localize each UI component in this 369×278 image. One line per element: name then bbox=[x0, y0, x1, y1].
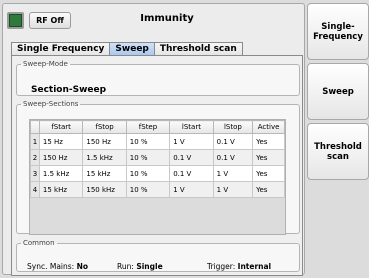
tab-sweep[interactable]: Sweep bbox=[109, 42, 155, 56]
sweep-mode-legend: Sweep-Mode bbox=[23, 60, 68, 68]
table-cell[interactable]: 150 kHz bbox=[82, 181, 127, 198]
table-cell[interactable]: Yes bbox=[252, 133, 285, 150]
sync-mains-label: Sync. Mains: bbox=[27, 262, 75, 271]
table-cell[interactable]: 1 V bbox=[212, 181, 254, 198]
sync-mains-setting[interactable]: Sync. Mains: No bbox=[27, 262, 88, 271]
column-header[interactable]: lStart bbox=[169, 120, 214, 134]
table-cell[interactable]: 150 Hz bbox=[38, 149, 84, 166]
page-title: Immunity bbox=[140, 13, 194, 24]
table-cell[interactable]: 15 Hz bbox=[38, 133, 84, 150]
main-window: RF Off Immunity Single Frequency Sweep T… bbox=[2, 3, 305, 276]
trigger-label: Trigger: bbox=[207, 262, 236, 271]
row-number: 2 bbox=[30, 149, 40, 166]
table-header-row: fStart fStop fStep lStart lStop Active bbox=[30, 120, 285, 134]
table-cell[interactable]: 1 V bbox=[212, 165, 254, 182]
sweep-sections-group: Sweep-Sections fStart fStop fStep lStart… bbox=[16, 100, 300, 235]
table-cell[interactable]: 10 % bbox=[125, 181, 171, 198]
table-cell[interactable]: 0.1 V bbox=[169, 149, 214, 166]
trigger-setting[interactable]: Trigger: Internal bbox=[207, 262, 271, 271]
table-cell[interactable]: 1 V bbox=[169, 181, 214, 198]
table-cell[interactable]: 1.5 kHz bbox=[38, 165, 84, 182]
table-cell[interactable]: 10 % bbox=[125, 149, 171, 166]
rf-off-button[interactable]: RF Off bbox=[29, 12, 71, 29]
run-setting[interactable]: Run: Single bbox=[117, 262, 163, 271]
row-number: 4 bbox=[30, 181, 40, 198]
run-value: Single bbox=[136, 262, 163, 271]
table-cell[interactable]: 1.5 kHz bbox=[82, 149, 127, 166]
column-header[interactable]: fStep bbox=[125, 120, 171, 134]
column-header[interactable]: fStop bbox=[82, 120, 127, 134]
table-cell[interactable]: 150 Hz bbox=[82, 133, 127, 150]
tab-single-frequency[interactable]: Single Frequency bbox=[11, 42, 111, 56]
table-row[interactable]: 1 15 Hz 150 Hz 10 % 1 V 0.1 V Yes bbox=[30, 133, 285, 150]
table-cell[interactable]: 0.1 V bbox=[169, 165, 214, 182]
table-cell[interactable]: Yes bbox=[252, 181, 285, 198]
status-indicator bbox=[7, 12, 24, 29]
table-cell[interactable]: 10 % bbox=[125, 165, 171, 182]
threshold-scan-button[interactable]: Threshold scan bbox=[307, 123, 369, 180]
table-corner bbox=[30, 120, 40, 134]
sweep-button[interactable]: Sweep bbox=[307, 63, 369, 120]
table-cell[interactable]: 0.1 V bbox=[212, 133, 254, 150]
sweep-sections-legend: Sweep-Sections bbox=[23, 100, 79, 108]
table-cell[interactable]: 15 kHz bbox=[82, 165, 127, 182]
sweep-mode-value[interactable]: Section-Sweep bbox=[31, 85, 106, 95]
column-header[interactable]: lStop bbox=[212, 120, 254, 134]
table-row[interactable]: 2 150 Hz 1.5 kHz 10 % 0.1 V 0.1 V Yes bbox=[30, 149, 285, 166]
trigger-value: Internal bbox=[237, 262, 272, 271]
common-legend: Common bbox=[23, 239, 55, 247]
table-cell[interactable]: Yes bbox=[252, 149, 285, 166]
tab-bar: Single Frequency Sweep Threshold scan bbox=[11, 42, 243, 56]
single-frequency-button[interactable]: Single- Frequency bbox=[307, 3, 369, 60]
table-cell[interactable]: 1 V bbox=[169, 133, 214, 150]
table-row[interactable]: 3 1.5 kHz 15 kHz 10 % 0.1 V 1 V Yes bbox=[30, 165, 285, 182]
sweep-sections-table: fStart fStop fStep lStart lStop Active 1… bbox=[29, 119, 286, 235]
common-group: Common Sync. Mains: No Run: Single Trigg… bbox=[16, 239, 300, 272]
sync-mains-value: No bbox=[76, 262, 89, 271]
column-header[interactable]: fStart bbox=[38, 120, 84, 134]
table-cell[interactable]: Yes bbox=[252, 165, 285, 182]
row-number: 3 bbox=[30, 165, 40, 182]
table-row[interactable]: 4 15 kHz 150 kHz 10 % 1 V 1 V Yes bbox=[30, 181, 285, 198]
table-cell[interactable]: 10 % bbox=[125, 133, 171, 150]
table-cell[interactable]: 15 kHz bbox=[38, 181, 84, 198]
column-header[interactable]: Active bbox=[252, 120, 285, 134]
tab-panel: Sweep-Mode Section-Sweep Sweep-Sections … bbox=[11, 55, 303, 276]
table-cell[interactable]: 0.1 V bbox=[212, 149, 254, 166]
tab-threshold-scan[interactable]: Threshold scan bbox=[153, 42, 243, 56]
sweep-mode-group: Sweep-Mode Section-Sweep bbox=[16, 60, 300, 96]
top-bar: RF Off Immunity bbox=[7, 10, 301, 32]
row-number: 1 bbox=[30, 133, 40, 150]
run-label: Run: bbox=[117, 262, 134, 271]
